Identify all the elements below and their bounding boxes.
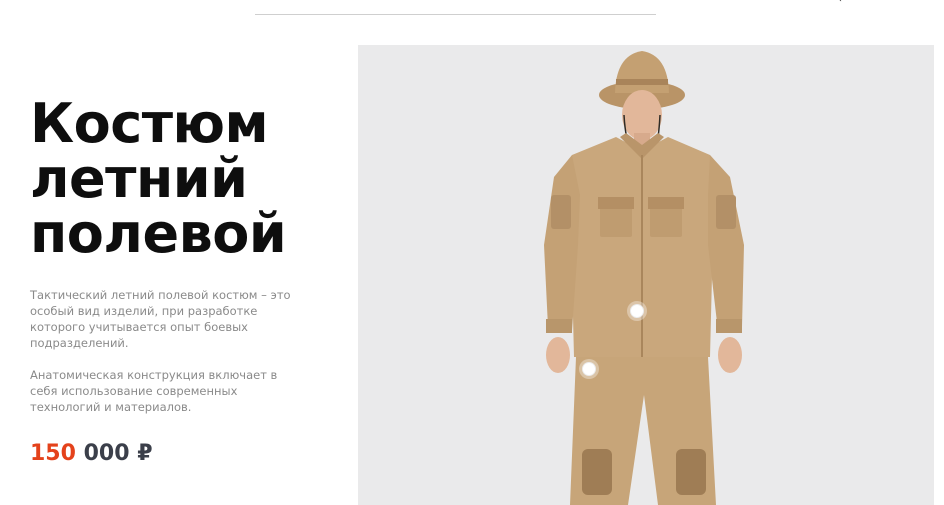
- price-hundreds: 000: [83, 441, 130, 466]
- top-divider: [255, 14, 656, 15]
- soldier-illustration: [544, 51, 744, 505]
- product-title-line: летний: [30, 147, 248, 210]
- currency-symbol: ₽: [137, 441, 153, 466]
- product-description-2: Анатомическая конструкция включает в себ…: [30, 368, 278, 414]
- feature-hotspot-pants[interactable]: [582, 362, 596, 376]
- price-thousands: 150: [30, 441, 76, 466]
- product-description-1: Тактический летний полевой костюм – это …: [30, 288, 291, 350]
- product-title-line: Костюм: [30, 92, 269, 155]
- product-title: Костюм летний полевой: [30, 92, 287, 265]
- product-photo: [358, 45, 934, 505]
- feature-hotspot-jacket[interactable]: [630, 304, 644, 318]
- product-title-line: полевой: [30, 202, 287, 265]
- menu-indicator-icon[interactable]: ‹: [838, 0, 852, 5]
- product-hero-page: ‹ Костюм летний полевой Тактический летн…: [0, 0, 944, 505]
- product-price: 150 000 ₽: [30, 440, 153, 468]
